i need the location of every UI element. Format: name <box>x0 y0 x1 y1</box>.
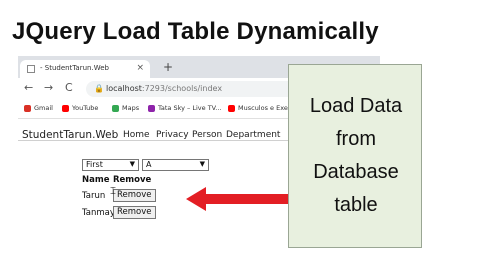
lock-icon: 🔒 <box>94 84 104 93</box>
forward-icon[interactable]: → <box>44 81 53 94</box>
remove-button[interactable]: Remove <box>113 206 156 219</box>
gmail-icon <box>24 104 31 112</box>
new-tab-icon[interactable]: + <box>163 60 173 74</box>
callout-line: table <box>334 194 378 216</box>
chevron-down-icon: ▼ <box>199 160 205 168</box>
nav-person[interactable]: Person <box>192 130 222 140</box>
url-host: localhost <box>106 84 142 93</box>
youtube-icon <box>62 104 69 112</box>
maps-icon <box>112 104 119 112</box>
column-header-name: Name <box>82 175 110 185</box>
remove-button[interactable]: Remove <box>113 189 156 202</box>
bookmark-youtube[interactable]: YouTube <box>62 104 98 112</box>
tata-sky-icon <box>148 104 155 112</box>
video-headline: JQuery Load Table Dynamically <box>12 18 379 45</box>
bookmark-label: Tata Sky – Live TV... <box>158 104 222 112</box>
callout-line: Database <box>313 161 399 183</box>
callout-line: from <box>336 128 376 150</box>
bookmark-label: Maps <box>122 104 140 112</box>
reload-icon[interactable]: C <box>65 81 73 94</box>
page-icon <box>27 65 35 73</box>
column-header-remove: Remove <box>113 175 152 185</box>
back-icon[interactable]: ← <box>24 81 33 94</box>
close-tab-icon[interactable]: × <box>136 63 144 73</box>
app-brand[interactable]: StudentTarun.Web <box>22 129 118 141</box>
tab-title: - StudentTarun.Web <box>40 64 109 72</box>
bookmark-tata-sky[interactable]: Tata Sky – Live TV... <box>148 104 221 112</box>
table-cell-name: Tarun <box>82 191 106 201</box>
second-select[interactable]: A ▼ <box>142 159 209 171</box>
musculos-icon <box>228 104 235 112</box>
bookmark-maps[interactable]: Maps <box>112 104 139 112</box>
bookmark-label: YouTube <box>72 104 99 112</box>
nav-department[interactable]: Department <box>226 130 280 140</box>
chevron-down-icon: ▼ <box>129 160 135 168</box>
bookmark-musculos[interactable]: Musculos e Exerci <box>228 104 296 112</box>
callout-box: Load Data from Database table <box>288 64 422 248</box>
table-cell-name: Tanmay <box>82 208 115 218</box>
nav-home[interactable]: Home <box>123 130 150 140</box>
first-select-value: First <box>86 160 103 169</box>
browser-tab[interactable]: - StudentTarun.Web × <box>20 60 150 78</box>
first-select[interactable]: First ▼ <box>82 159 139 171</box>
bookmark-label: Gmail <box>34 104 53 112</box>
arrow-shape <box>186 187 292 211</box>
url-path: :7293/schools/index <box>141 84 223 93</box>
url-text: localhost:7293/schools/index <box>106 84 222 93</box>
bookmark-gmail[interactable]: Gmail <box>24 104 53 112</box>
second-select-value: A <box>146 160 152 169</box>
text-cursor-icon: ⌶ <box>110 186 116 197</box>
red-arrow-icon <box>186 187 292 211</box>
callout-line: Load Data <box>309 95 403 117</box>
nav-privacy[interactable]: Privacy <box>156 130 189 140</box>
